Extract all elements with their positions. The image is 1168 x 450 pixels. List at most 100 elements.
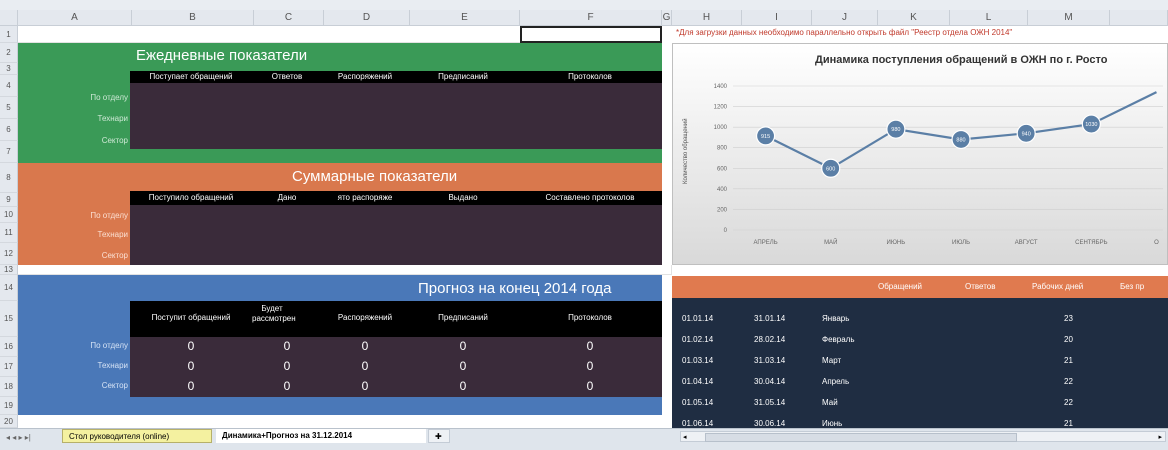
select-all-corner[interactable] — [0, 10, 18, 26]
forecast-header-1: Поступит обращений — [151, 313, 231, 322]
chart-y-tick-label: 1400 — [714, 84, 728, 90]
row-header-19[interactable]: 19 — [0, 397, 18, 415]
forecast-value: 0 — [187, 359, 195, 373]
column-header-i[interactable]: I — [742, 10, 812, 26]
forecast-value: 0 — [187, 339, 195, 353]
row-header-7[interactable]: 7 — [0, 141, 18, 163]
column-header-l[interactable]: L — [950, 10, 1028, 26]
summary-header-5: Составлено протоколов — [545, 193, 635, 202]
row-header-9[interactable]: 9 — [0, 193, 18, 207]
column-header-m[interactable]: M — [1028, 10, 1110, 26]
horizontal-scrollbar[interactable]: ◂ ▸ — [680, 431, 1166, 442]
daily-block: Ежедневные показатели Поступает обращени… — [18, 43, 662, 163]
tab-dynamics-forecast[interactable]: Динамика+Прогноз на 31.12.2014 — [216, 429, 426, 443]
chart-x-tick-label: ИЮЛЬ — [952, 240, 970, 246]
forecast-value: 0 — [187, 379, 195, 393]
chart-x-tick-label: О — [1154, 240, 1159, 246]
row-header-10[interactable]: 10 — [0, 207, 18, 223]
scroll-right-icon[interactable]: ▸ — [1158, 433, 1162, 441]
row-header-4[interactable]: 4 — [0, 75, 18, 97]
daily-label-tech: Технари — [97, 114, 129, 123]
monthly-table-row[interactable]: 01.03.14 31.03.14 Март 21 — [672, 350, 1168, 372]
forecast-value: 0 — [361, 339, 369, 353]
summary-header-1: Поступило обращений — [148, 193, 234, 202]
row-end-date: 30.04.14 — [754, 377, 786, 386]
column-header-k[interactable]: K — [878, 10, 950, 26]
chart-x-tick-label: ИЮНЬ — [887, 240, 906, 246]
summary-data-area[interactable] — [130, 205, 662, 265]
chart-x-tick-label: МАЙ — [824, 238, 837, 246]
column-header-b[interactable]: B — [132, 10, 254, 26]
column-header-c[interactable]: C — [254, 10, 324, 26]
column-header-f[interactable]: F — [520, 10, 662, 26]
daily-data-area[interactable] — [130, 83, 662, 149]
forecast-block: Прогноз на конец 2014 года Поступит обра… — [18, 275, 662, 415]
column-header-n[interactable] — [1110, 10, 1168, 26]
column-header-j[interactable]: J — [812, 10, 878, 26]
forecast-header-5: Протоколов — [568, 313, 612, 322]
daily-label-sector: Сектор — [101, 136, 128, 145]
summary-header-row: Поступило обращений Дано ято распоряже В… — [130, 191, 662, 205]
column-header-e[interactable]: E — [410, 10, 520, 26]
chart-data-label: 940 — [1022, 131, 1031, 137]
row-month: Апрель — [822, 377, 850, 386]
scroll-thumb[interactable] — [705, 433, 1017, 442]
row-header-14[interactable]: 14 — [0, 275, 18, 301]
forecast-value: 0 — [459, 339, 467, 353]
tab-head-desk[interactable]: Стол руководителя (online) — [62, 429, 212, 443]
row-header-15[interactable]: 15 — [0, 301, 18, 337]
daily-title: Ежедневные показатели — [136, 47, 308, 64]
column-header-h[interactable]: H — [672, 10, 742, 26]
forecast-label-dept: По отделу — [90, 341, 128, 350]
row-header-1[interactable]: 1 — [0, 26, 18, 43]
new-sheet-tab[interactable]: ✚ — [428, 429, 450, 443]
row-header-20[interactable]: 20 — [0, 415, 18, 428]
row-end-date: 31.01.14 — [754, 314, 786, 323]
monthly-header-without: Без пр — [1120, 282, 1145, 291]
forecast-header-2: Будет рассмотрен — [252, 304, 296, 323]
monthly-table-row[interactable]: 01.04.14 30.04.14 Апрель 22 — [672, 371, 1168, 393]
column-header-a[interactable]: A — [18, 10, 132, 26]
row-header-5[interactable]: 5 — [0, 97, 18, 119]
chart-y-tick-label: 0 — [724, 228, 728, 234]
chart-x-tick-label: АПРЕЛЬ — [754, 240, 778, 246]
row-header-17[interactable]: 17 — [0, 357, 18, 377]
forecast-header-3: Распоряжений — [337, 313, 393, 322]
summary-header-3: ято распоряже — [337, 193, 393, 202]
row-header-12[interactable]: 12 — [0, 243, 18, 265]
forecast-value: 0 — [459, 379, 467, 393]
monthly-table-row[interactable]: 01.02.14 28.02.14 Февраль 20 — [672, 329, 1168, 351]
forecast-value: 0 — [283, 379, 291, 393]
row-month: Февраль — [822, 335, 855, 344]
selected-cell-f1[interactable] — [520, 26, 662, 43]
row-end-date: 28.02.14 — [754, 335, 786, 344]
daily-label-dept: По отделу — [90, 93, 128, 102]
chart-x-tick-label: СЕНТЯБРЬ — [1075, 240, 1107, 246]
column-header-g[interactable]: G — [662, 10, 672, 26]
row-header-8[interactable]: 8 — [0, 163, 18, 193]
row-header-3[interactable]: 3 — [0, 63, 18, 75]
row-13-cells[interactable] — [18, 265, 672, 275]
sheet-tabs-bar: ◂ ◂ ▸ ▸| Стол руководителя (online) Дина… — [0, 428, 1168, 450]
monthly-table-row[interactable]: 01.05.14 31.05.14 Май 22 — [672, 392, 1168, 414]
column-header-d[interactable]: D — [324, 10, 410, 26]
line-chart[interactable]: Динамика поступления обращений в ОЖН по … — [672, 43, 1168, 265]
scroll-left-icon[interactable]: ◂ — [683, 433, 687, 441]
row-start-date: 01.04.14 — [682, 377, 714, 386]
forecast-label-sector: Сектор — [101, 381, 128, 390]
row-end-date: 31.03.14 — [754, 356, 786, 365]
summary-header-2: Дано — [277, 193, 297, 202]
monthly-header-answers: Ответов — [965, 282, 996, 291]
row-header-18[interactable]: 18 — [0, 377, 18, 397]
forecast-title: Прогноз на конец 2014 года — [418, 280, 612, 297]
row-header-2[interactable]: 2 — [0, 43, 18, 63]
tab-nav-arrows[interactable]: ◂ ◂ ▸ ▸| — [6, 433, 31, 442]
row-workdays: 20 — [1064, 335, 1073, 344]
row-header-16[interactable]: 16 — [0, 337, 18, 357]
row-header-6[interactable]: 6 — [0, 119, 18, 141]
forecast-value: 0 — [361, 379, 369, 393]
row-header-11[interactable]: 11 — [0, 223, 18, 243]
row-workdays: 21 — [1064, 356, 1073, 365]
row-header-13[interactable]: 13 — [0, 265, 18, 275]
monthly-table-row[interactable]: 01.01.14 31.01.14 Январь 23 — [672, 308, 1168, 330]
